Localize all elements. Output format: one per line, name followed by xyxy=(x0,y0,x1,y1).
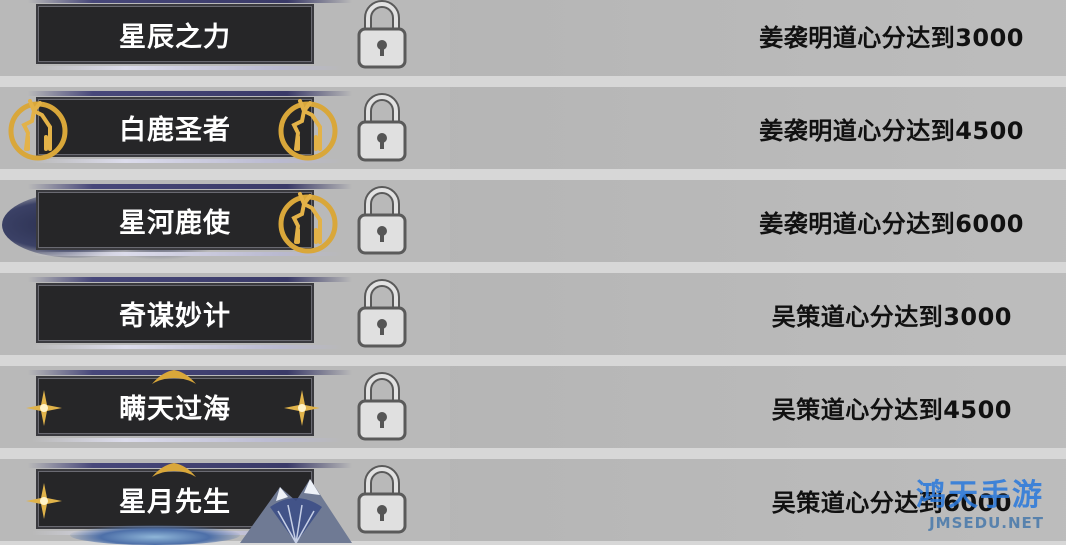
padlock-icon xyxy=(357,0,407,69)
achievement-requirement: 吴策道心分达到4500 xyxy=(771,395,1012,424)
achievement-title: 星河鹿使 xyxy=(119,207,231,239)
achievement-title: 白鹿圣者 xyxy=(119,114,231,146)
watermark-brand: 鸿天手游 xyxy=(916,478,1044,513)
achievement-row-6[interactable]: 星月先生 吴策道心分达到6000 xyxy=(0,459,1066,545)
padlock-icon xyxy=(357,279,407,348)
achievement-requirement: 姜袭明道心分达到4500 xyxy=(759,116,1024,145)
achievement-banner: 星河鹿使 xyxy=(28,184,352,256)
golden-deer-emblem-icon xyxy=(8,99,68,161)
achievement-row-1[interactable]: 星辰之力 姜袭明道心分达到3000 xyxy=(0,0,1066,76)
achievement-banner: 奇谋妙计 xyxy=(28,277,352,349)
watermark-site: JMSEDU.NET xyxy=(929,514,1044,532)
achievement-title: 星辰之力 xyxy=(119,21,231,53)
achievement-row-5[interactable]: 瞒天过海 吴策道心分达到4500 xyxy=(0,366,1066,448)
achievement-requirement: 吴策道心分达到3000 xyxy=(771,302,1012,331)
achievement-row-3[interactable]: 星河鹿使 姜袭明道心分达到6000 xyxy=(0,180,1066,262)
achievement-requirement: 姜袭明道心分达到3000 xyxy=(759,23,1024,52)
padlock-icon xyxy=(357,186,407,255)
achievement-banner: 白鹿圣者 xyxy=(28,91,352,163)
achievement-row-2[interactable]: 白鹿圣者 姜袭明道心分达到4500 xyxy=(0,87,1066,169)
golden-deer-emblem-icon xyxy=(278,192,338,254)
padlock-icon xyxy=(357,465,407,534)
golden-star-ornament-icon xyxy=(26,390,62,426)
golden-crown-ornament-icon xyxy=(152,463,196,477)
watermark: 鸿天手游 JMSEDU.NET xyxy=(916,470,1044,532)
achievement-banner: 星辰之力 xyxy=(28,0,352,70)
golden-star-ornament-icon xyxy=(284,390,320,426)
wave-decoration xyxy=(70,525,240,545)
golden-star-ornament-icon xyxy=(26,483,62,519)
achievement-title: 奇谋妙计 xyxy=(119,300,231,332)
padlock-icon xyxy=(357,372,407,441)
padlock-icon xyxy=(357,93,407,162)
mountain-fan-decoration xyxy=(240,479,352,543)
achievement-title: 瞒天过海 xyxy=(119,393,231,425)
golden-crown-ornament-icon xyxy=(152,370,196,384)
achievement-requirement: 姜袭明道心分达到6000 xyxy=(759,209,1024,238)
achievement-row-4[interactable]: 奇谋妙计 吴策道心分达到3000 xyxy=(0,273,1066,355)
golden-deer-emblem-icon xyxy=(278,99,338,161)
